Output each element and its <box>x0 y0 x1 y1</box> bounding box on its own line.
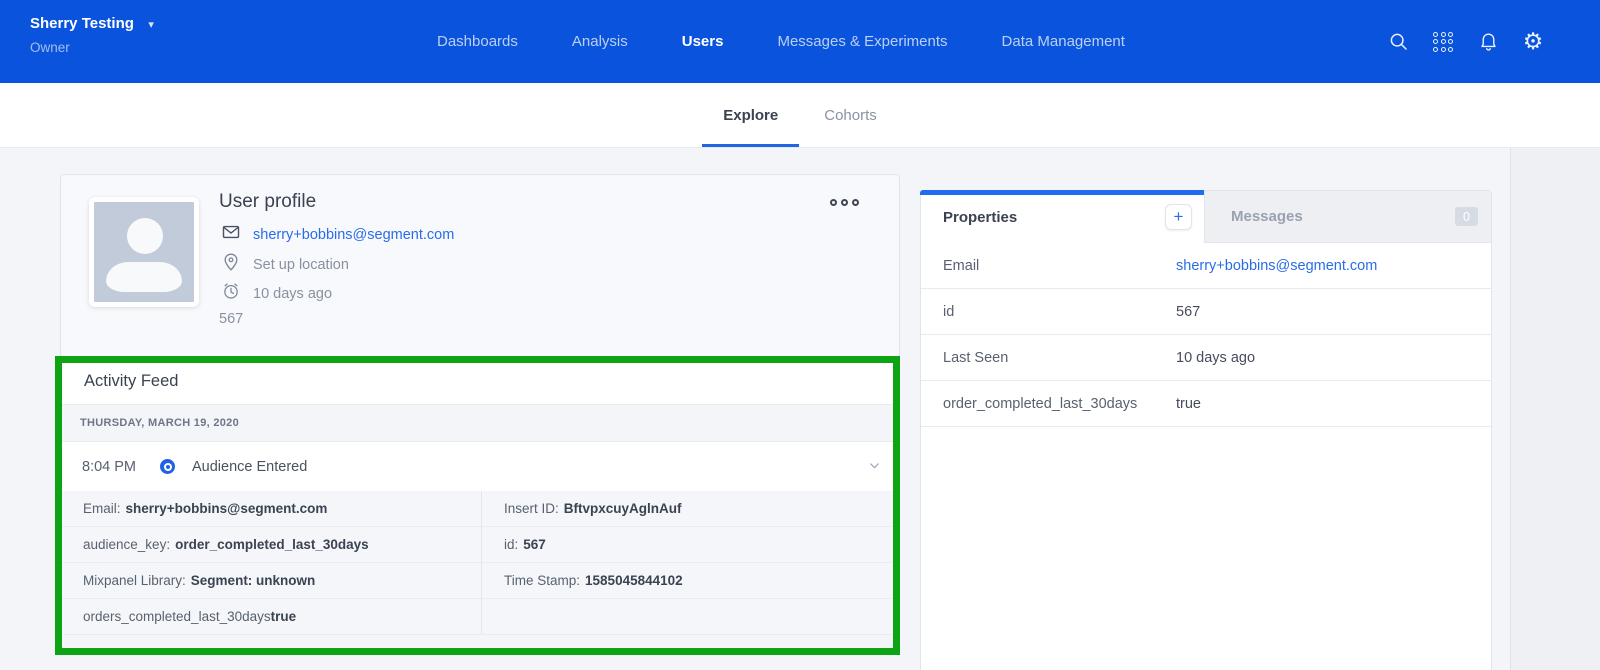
event-details-grid: Email:sherry+bobbins@segment.com Insert … <box>61 491 899 635</box>
properties-panel-tabs: Properties + Messages 0 <box>921 191 1491 243</box>
more-options-icon[interactable] <box>830 199 859 206</box>
property-row-email: Email sherry+bobbins@segment.com <box>921 243 1491 289</box>
event-name: Audience Entered <box>192 459 307 475</box>
event-dot-icon <box>160 459 175 474</box>
page-tabs: Explore Cohorts <box>0 83 1600 148</box>
location-pin-icon <box>221 252 241 277</box>
profile-location-row: Set up location <box>221 252 349 277</box>
tab-cohorts[interactable]: Cohorts <box>803 83 898 147</box>
set-up-location-link[interactable]: Set up location <box>253 257 349 273</box>
settings-gear-icon[interactable]: ⚙ <box>1522 31 1544 53</box>
chevron-down-icon[interactable] <box>868 459 881 477</box>
page-title: User profile <box>219 191 316 213</box>
property-row-order-completed: order_completed_last_30days true <box>921 381 1491 427</box>
header-icon-group: ⚙ <box>1387 0 1544 83</box>
user-profile-card: User profile sherry+bobbins@segment.com … <box>60 174 900 629</box>
nav-item-analysis[interactable]: Analysis <box>572 33 628 50</box>
right-rail <box>1510 148 1600 670</box>
tab-properties[interactable]: Properties + <box>921 191 1204 243</box>
add-property-button[interactable]: + <box>1165 204 1192 230</box>
tab-explore[interactable]: Explore <box>702 83 799 147</box>
properties-panel: Properties + Messages 0 Email sherry+bob… <box>920 190 1492 670</box>
property-email-link[interactable]: sherry+bobbins@segment.com <box>1176 258 1377 274</box>
project-switcher[interactable]: Sherry Testing ▾ Owner <box>30 15 154 55</box>
detail-cell-audience-key: audience_key:order_completed_last_30days <box>61 527 482 563</box>
main-nav: Dashboards Analysis Users Messages & Exp… <box>437 0 1125 83</box>
property-row-last-seen: Last Seen 10 days ago <box>921 335 1491 381</box>
activity-feed: Activity Feed THURSDAY, MARCH 19, 2020 8… <box>61 359 899 635</box>
nav-item-dashboards[interactable]: Dashboards <box>437 33 518 50</box>
detail-cell-email: Email:sherry+bobbins@segment.com <box>61 491 482 527</box>
profile-email-row: sherry+bobbins@segment.com <box>221 222 454 247</box>
top-nav-bar: Sherry Testing ▾ Owner Dashboards Analys… <box>0 0 1600 83</box>
detail-cell-orders-completed: orders_completed_last_30daystrue <box>61 599 482 635</box>
profile-last-seen-row: 10 days ago <box>221 281 332 306</box>
nav-item-data-management[interactable]: Data Management <box>1002 33 1125 50</box>
detail-cell-time-stamp: Time Stamp:1585045844102 <box>482 563 899 599</box>
chevron-down-icon: ▾ <box>148 19 154 31</box>
detail-cell-id: id:567 <box>482 527 899 563</box>
detail-cell-empty <box>482 599 899 635</box>
alarm-clock-icon <box>221 281 241 306</box>
project-role: Owner <box>30 40 154 55</box>
event-time: 8:04 PM <box>82 459 160 475</box>
messages-count-badge: 0 <box>1455 207 1478 226</box>
envelope-icon <box>221 222 241 247</box>
project-name: Sherry Testing <box>30 15 134 32</box>
nav-item-users[interactable]: Users <box>682 33 724 50</box>
tab-messages[interactable]: Messages 0 <box>1204 191 1491 243</box>
detail-cell-insert-id: Insert ID:BftvpxcuyAglnAuf <box>482 491 899 527</box>
apps-grid-icon[interactable] <box>1432 31 1454 53</box>
property-row-id: id 567 <box>921 289 1491 335</box>
profile-id: 567 <box>219 311 243 327</box>
notifications-bell-icon[interactable] <box>1477 31 1499 53</box>
detail-cell-mixpanel-library: Mixpanel Library:Segment: unknown <box>61 563 482 599</box>
activity-feed-title: Activity Feed <box>61 359 899 405</box>
profile-summary: User profile sherry+bobbins@segment.com … <box>61 175 899 359</box>
main-content: User profile sherry+bobbins@segment.com … <box>0 148 1600 670</box>
search-icon[interactable] <box>1387 31 1409 53</box>
profile-email-link[interactable]: sherry+bobbins@segment.com <box>253 227 454 243</box>
avatar <box>89 197 199 307</box>
profile-last-seen: 10 days ago <box>253 286 332 302</box>
nav-item-messages-experiments[interactable]: Messages & Experiments <box>777 33 947 50</box>
feed-date-header: THURSDAY, MARCH 19, 2020 <box>61 405 899 442</box>
feed-event-row[interactable]: 8:04 PM Audience Entered <box>61 442 899 491</box>
